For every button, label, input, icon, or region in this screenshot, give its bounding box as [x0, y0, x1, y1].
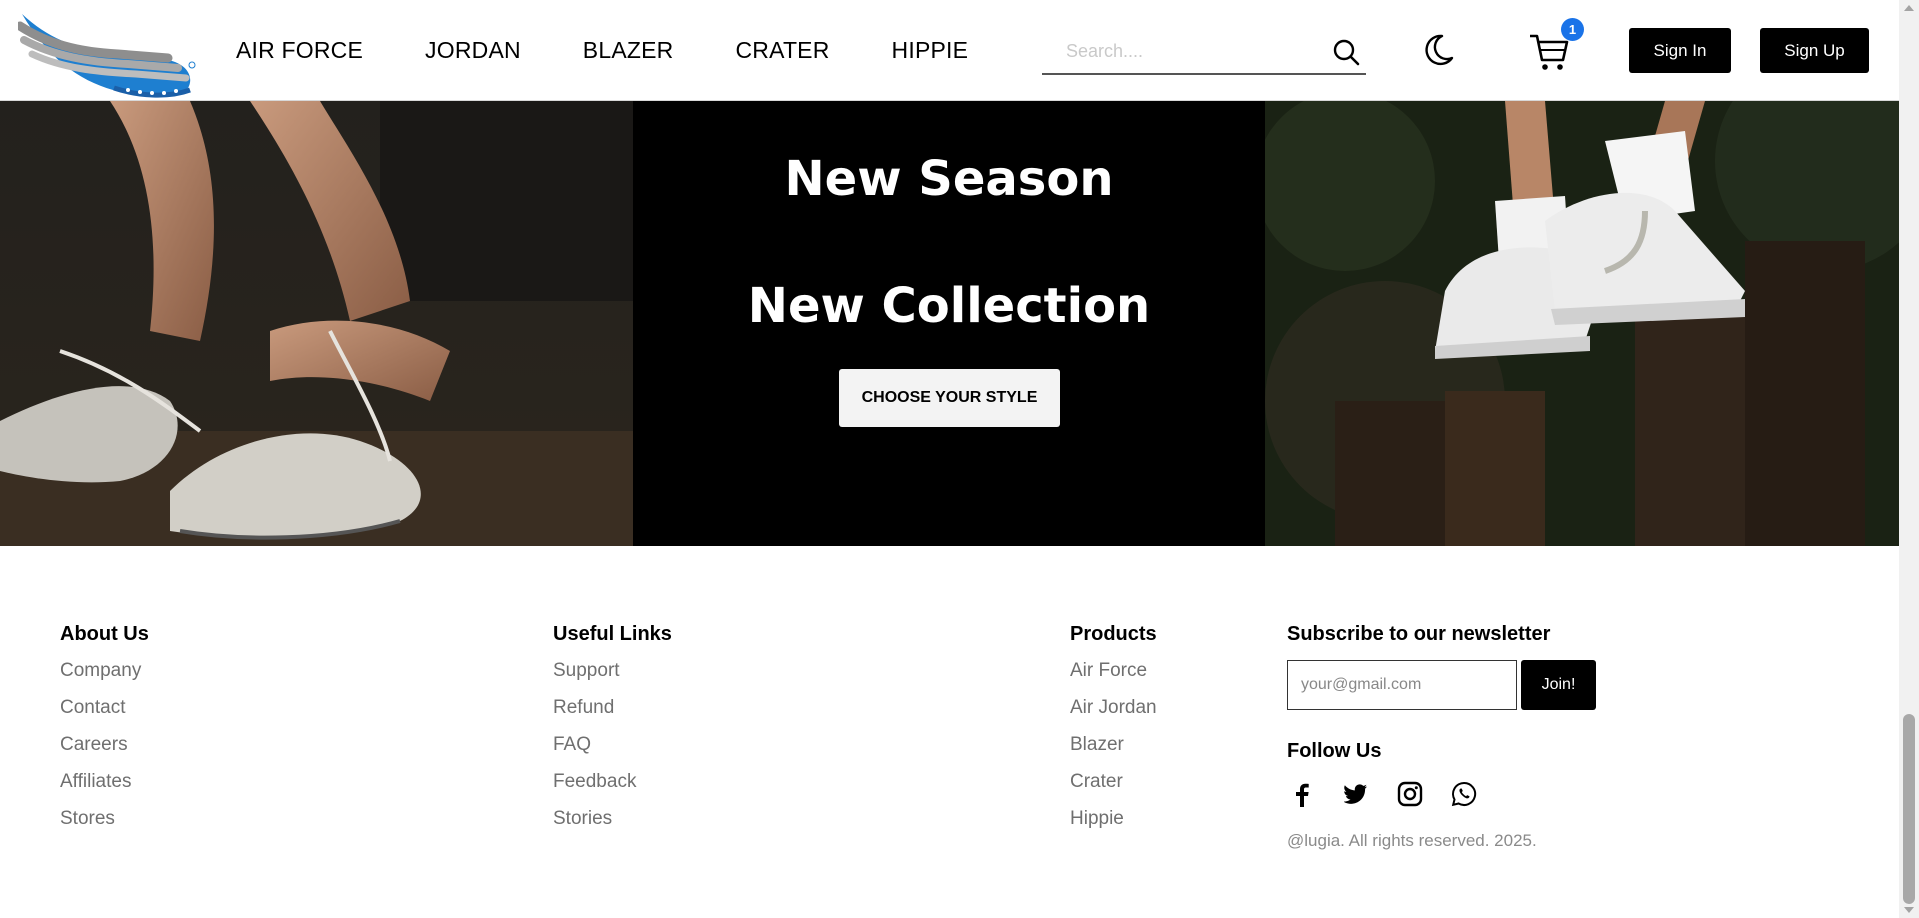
- sign-in-button[interactable]: Sign In: [1629, 28, 1731, 73]
- footer-link-hippie[interactable]: Hippie: [1070, 808, 1157, 845]
- scrollbar-thumb[interactable]: [1903, 714, 1915, 904]
- copyright-text: @lugia. All rights reserved. 2025.: [1287, 831, 1537, 850]
- moon-icon[interactable]: [1418, 30, 1458, 70]
- footer-col-products: Products Air Force Air Jordan Blazer Cra…: [1070, 623, 1157, 845]
- top-navbar: AIR FORCE JORDAN BLAZER CRATER HIPPIE 1 …: [0, 0, 1899, 101]
- hero-title-new-collection: New Collection: [747, 278, 1151, 334]
- page-scrollbar[interactable]: [1899, 0, 1919, 918]
- twitter-icon[interactable]: [1341, 779, 1371, 809]
- footer-link-stories[interactable]: Stories: [553, 808, 672, 845]
- footer-link-contact[interactable]: Contact: [60, 697, 149, 734]
- footer-col-useful-links: Useful Links Support Refund FAQ Feedback…: [553, 623, 672, 845]
- footer-link-air-jordan[interactable]: Air Jordan: [1070, 697, 1157, 734]
- follow-us-heading: Follow Us: [1287, 740, 1382, 762]
- footer-link-air-force[interactable]: Air Force: [1070, 660, 1157, 697]
- brand-logo[interactable]: [15, 8, 196, 100]
- hero-banner: New Season New Collection CHOOSE YOUR ST…: [0, 101, 1899, 546]
- facebook-icon[interactable]: [1287, 779, 1317, 809]
- newsletter-heading: Subscribe to our newsletter: [1287, 623, 1551, 645]
- footer-heading-products: Products: [1070, 623, 1157, 645]
- sign-up-button[interactable]: Sign Up: [1760, 28, 1869, 73]
- hero-text-panel: New Season New Collection CHOOSE YOUR ST…: [633, 101, 1265, 546]
- newsletter-form: Join!: [1287, 660, 1596, 710]
- instagram-icon[interactable]: [1395, 779, 1425, 809]
- footer-link-company[interactable]: Company: [60, 660, 149, 697]
- scroll-down-arrow-icon[interactable]: [1904, 907, 1914, 913]
- search-bar: [1042, 30, 1366, 75]
- newsletter-join-button[interactable]: Join!: [1521, 660, 1596, 710]
- nav-link-crater[interactable]: CRATER: [735, 37, 829, 64]
- footer-heading-useful-links: Useful Links: [553, 623, 672, 645]
- footer-col-newsletter: Subscribe to our newsletter Join! Follow…: [1287, 623, 1596, 851]
- whatsapp-icon[interactable]: [1449, 779, 1479, 809]
- search-input[interactable]: [1042, 41, 1326, 62]
- hero-image-sneakers: [1265, 101, 1899, 546]
- nav-link-blazer[interactable]: BLAZER: [583, 37, 674, 64]
- newsletter-email-input[interactable]: [1287, 660, 1517, 710]
- footer-link-affiliates[interactable]: Affiliates: [60, 771, 149, 808]
- nav-link-air-force[interactable]: AIR FORCE: [236, 37, 363, 64]
- footer-heading-about: About Us: [60, 623, 149, 645]
- nav-link-hippie[interactable]: HIPPIE: [892, 37, 969, 64]
- footer-link-careers[interactable]: Careers: [60, 734, 149, 771]
- nav-link-jordan[interactable]: JORDAN: [425, 37, 521, 64]
- footer-col-about: About Us Company Contact Careers Affilia…: [60, 623, 149, 845]
- search-icon[interactable]: [1326, 32, 1366, 72]
- cart-count-badge: 1: [1561, 18, 1584, 41]
- footer-link-stores[interactable]: Stores: [60, 808, 149, 845]
- site-footer: About Us Company Contact Careers Affilia…: [0, 546, 1899, 918]
- footer-link-crater[interactable]: Crater: [1070, 771, 1157, 808]
- main-nav: AIR FORCE JORDAN BLAZER CRATER HIPPIE: [236, 0, 1030, 100]
- scroll-up-arrow-icon[interactable]: [1904, 5, 1914, 11]
- choose-style-button[interactable]: CHOOSE YOUR STYLE: [839, 369, 1060, 427]
- footer-link-faq[interactable]: FAQ: [553, 734, 672, 771]
- footer-link-blazer[interactable]: Blazer: [1070, 734, 1157, 771]
- footer-link-feedback[interactable]: Feedback: [553, 771, 672, 808]
- footer-link-refund[interactable]: Refund: [553, 697, 672, 734]
- hero-image-tying-shoes: [0, 101, 633, 546]
- social-links: [1287, 779, 1596, 809]
- hero-title-new-season: New Season: [784, 151, 1114, 207]
- footer-link-support[interactable]: Support: [553, 660, 672, 697]
